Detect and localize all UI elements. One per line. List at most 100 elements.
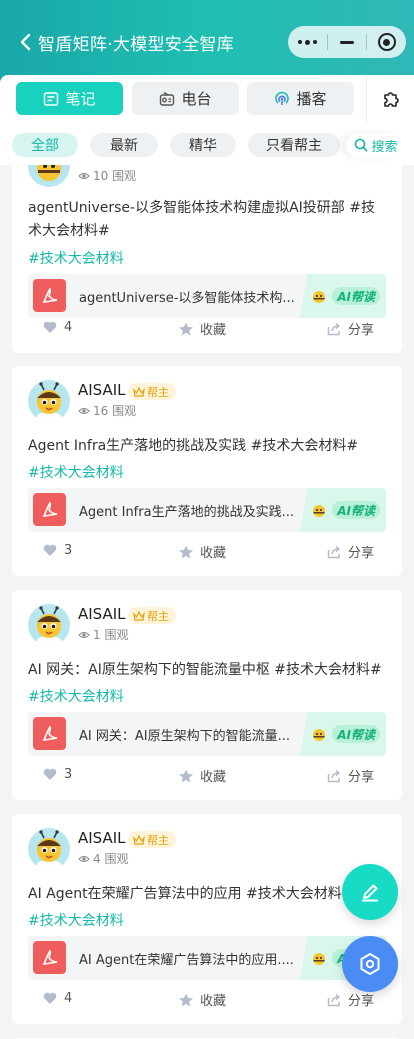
- like-button[interactable]: 4: [42, 319, 72, 335]
- attachment-filename: Agent Infra生产落地的挑战及实践....: [79, 505, 294, 520]
- search-button[interactable]: 搜索: [346, 133, 406, 157]
- view-count: 10 围观: [78, 167, 136, 184]
- ai-read-button[interactable]: AI帮读: [298, 712, 386, 756]
- tab-notes[interactable]: 笔记: [16, 82, 123, 115]
- share-label: 分享: [348, 546, 375, 561]
- crown-icon: [133, 386, 145, 397]
- bee-mascot-icon: [36, 382, 62, 422]
- attachment-filename: AI Agent在荣耀广告算法中的应用....: [79, 953, 294, 968]
- post-author: AISAIL 帮主 16 围观: [28, 380, 328, 424]
- favorite-button[interactable]: 收藏: [178, 766, 226, 785]
- post-card[interactable]: AISAIL 帮主 16 围观 Agent Infra生产落地的挑战及实践 #技…: [12, 366, 402, 576]
- share-label: 分享: [348, 994, 375, 1009]
- heart-icon: [43, 544, 57, 556]
- search-label: 搜索: [371, 139, 398, 155]
- share-label: 分享: [348, 323, 375, 338]
- share-icon: [327, 993, 340, 1006]
- star-icon: [179, 545, 193, 558]
- favorite-button[interactable]: 收藏: [178, 319, 226, 338]
- post-tag[interactable]: #技术大会材料: [28, 462, 124, 482]
- like-button[interactable]: 3: [42, 766, 72, 782]
- attachment-filename: AI 网关：AI原生架构下的智能流量...: [79, 729, 290, 744]
- favorite-button[interactable]: 收藏: [178, 542, 226, 561]
- post-card[interactable]: AISAIL 帮主 4 围观 AI Agent在荣耀广告算法中的应用 #技术大会…: [12, 814, 402, 1024]
- favorite-button[interactable]: 收藏: [178, 990, 226, 1009]
- like-button[interactable]: 3: [42, 542, 72, 558]
- eye-icon: [78, 407, 90, 414]
- post-actions: 4 收藏 分享: [12, 319, 402, 343]
- attachment-card[interactable]: AI 网关：AI原生架构下的智能流量... AI帮读: [28, 712, 386, 756]
- attachment-card[interactable]: agentUniverse-以多智能体技术构... AI帮读: [28, 274, 386, 318]
- bee-icon: [313, 505, 326, 517]
- owner-badge-label: 帮主: [147, 385, 169, 399]
- share-label: 分享: [348, 770, 375, 785]
- share-icon: [327, 545, 340, 558]
- owner-badge: 帮主: [128, 383, 176, 400]
- author-name[interactable]: AISAIL: [78, 829, 126, 847]
- owner-badge: 帮主: [128, 607, 176, 624]
- star-icon: [179, 322, 193, 335]
- post-author: 10 围观: [28, 165, 328, 189]
- close-miniprogram-button[interactable]: [367, 26, 406, 58]
- bee-icon: [313, 953, 326, 965]
- post-tag[interactable]: #技术大会材料: [28, 910, 124, 930]
- attachment-card[interactable]: AI Agent在荣耀广告算法中的应用.... AI帮读: [28, 936, 386, 980]
- like-count: 3: [64, 766, 73, 782]
- post-card[interactable]: AISAIL 帮主 1 围观 AI 网关：AI原生架构下的智能流量中枢 #技术大…: [12, 590, 402, 800]
- post-author: AISAIL 帮主 1 围观: [28, 604, 328, 648]
- post-actions: 4 收藏 分享: [12, 990, 402, 1014]
- post-tag[interactable]: #技术大会材料: [28, 686, 124, 706]
- owner-badge: 帮主: [128, 831, 176, 848]
- pdf-file-icon: [33, 717, 66, 750]
- share-icon: [327, 769, 340, 782]
- pen-icon: [362, 884, 378, 902]
- plugin-button[interactable]: [366, 75, 414, 123]
- ai-read-button[interactable]: AI帮读: [298, 488, 386, 532]
- bee-icon: [313, 729, 326, 741]
- heart-icon: [43, 321, 57, 333]
- attachment-card[interactable]: Agent Infra生产落地的挑战及实践.... AI帮读: [28, 488, 386, 532]
- content-type-tabs: 笔记 电台 播客: [0, 75, 414, 123]
- filter-featured[interactable]: 精华: [170, 133, 236, 157]
- filter-all[interactable]: 全部: [12, 133, 78, 157]
- avatar[interactable]: [28, 604, 70, 646]
- bee-icon: [313, 291, 326, 303]
- bee-mascot-icon: [36, 606, 62, 646]
- avatar[interactable]: [28, 828, 70, 870]
- view-count-text: 1 围观: [93, 628, 129, 642]
- minimize-button[interactable]: [328, 26, 367, 58]
- author-name[interactable]: AISAIL: [78, 605, 126, 623]
- bee-mascot-icon: [36, 830, 62, 870]
- more-button[interactable]: [288, 26, 327, 58]
- post-author: AISAIL 帮主 4 围观: [28, 828, 328, 872]
- filter-owner-only[interactable]: 只看帮主: [248, 133, 340, 157]
- like-button[interactable]: 4: [42, 990, 72, 1006]
- search-icon: [355, 138, 368, 152]
- author-name[interactable]: AISAIL: [78, 381, 126, 399]
- share-button[interactable]: 分享: [326, 319, 374, 338]
- post-text: AI 网关：AI原生架构下的智能流量中枢 #技术大会材料#: [28, 662, 382, 678]
- avatar[interactable]: [28, 165, 70, 187]
- filter-latest[interactable]: 最新: [90, 133, 158, 157]
- post-tag[interactable]: #技术大会材料: [28, 248, 124, 268]
- eye-icon: [78, 631, 90, 638]
- like-count: 4: [64, 990, 73, 1006]
- share-button[interactable]: 分享: [326, 766, 374, 785]
- avatar[interactable]: [28, 380, 70, 422]
- ai-read-button[interactable]: AI帮读: [298, 274, 386, 318]
- bee-mascot-icon: [37, 165, 61, 181]
- view-count: 16 围观: [78, 402, 136, 419]
- share-button[interactable]: 分享: [326, 990, 374, 1009]
- share-button[interactable]: 分享: [326, 542, 374, 561]
- more-dots-icon: [297, 39, 317, 45]
- create-post-button[interactable]: [342, 864, 398, 920]
- settings-button[interactable]: [342, 936, 398, 992]
- view-count-text: 4 围观: [93, 852, 129, 866]
- tab-podcast[interactable]: 播客: [247, 82, 354, 115]
- page-title: 智盾矩阵·大模型安全智库: [38, 35, 235, 55]
- back-chevron-icon[interactable]: [16, 32, 36, 52]
- tab-radio[interactable]: 电台: [132, 82, 239, 115]
- favorite-label: 收藏: [200, 546, 227, 561]
- post-card[interactable]: 10 围观 agentUniverse-以多智能体技术构建虚拟AI投研部 #技术…: [12, 165, 402, 353]
- radio-icon: [160, 91, 175, 106]
